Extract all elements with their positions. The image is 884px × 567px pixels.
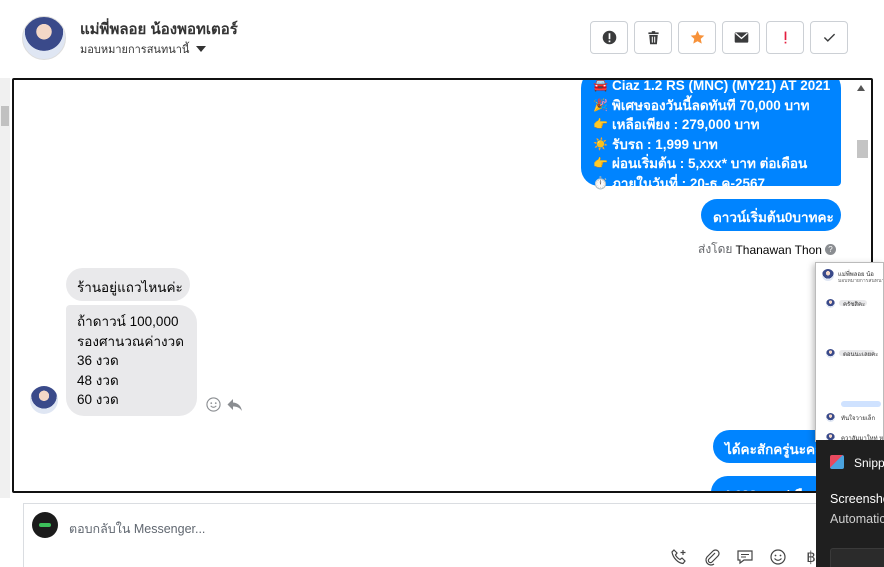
party-popper-icon: 🎉 bbox=[593, 97, 608, 112]
contact-name[interactable]: แม่พี่พลอย น้องพอทเตอร์ bbox=[80, 17, 238, 41]
car-icon: 🚘 bbox=[593, 78, 608, 92]
add-contact-phone-icon[interactable] bbox=[669, 547, 689, 567]
notification-title: Screenshot copied bbox=[830, 492, 884, 506]
trash-icon bbox=[647, 31, 659, 45]
mini-msg: ตอนนะเลยคะ bbox=[843, 352, 879, 358]
delete-button[interactable] bbox=[634, 21, 672, 54]
promo-line: ☀️ รับรถ : 1,999 บาท bbox=[593, 135, 829, 155]
assign-label: มอบหมายการสนทนานี้ bbox=[80, 44, 190, 56]
scroll-thumb[interactable] bbox=[1, 106, 9, 126]
mini-avatar bbox=[826, 299, 835, 308]
promo-line: ⏱️ ภายในวันที่ : 20-ธ.ค-2567 bbox=[593, 174, 829, 194]
assign-conversation-dropdown[interactable]: มอบหมายการสนทนานี้ bbox=[80, 40, 207, 58]
promo-text: Ciaz 1.2 RS (MNC) (MY21) AT 2021 bbox=[612, 78, 831, 93]
star-button[interactable] bbox=[678, 21, 716, 54]
mini-msg: ครัชสิคะ bbox=[843, 302, 866, 308]
contact-avatar-small[interactable] bbox=[30, 386, 58, 414]
screenshot-thumbnail-preview[interactable]: แม่พี่พลอย น้อ มอบหมายการสนทนา ครัชสิคะ … bbox=[815, 262, 884, 442]
mini-avatar bbox=[826, 413, 835, 422]
messenger-inbox-window: แม่พี่พลอย น้องพอทเตอร์ มอบหมายการสนทนาน… bbox=[0, 0, 884, 567]
emoji-react-icon[interactable] bbox=[206, 397, 221, 412]
exclamation-icon bbox=[784, 31, 786, 44]
attachment-icon[interactable] bbox=[702, 547, 722, 567]
mini-header-sub: มอบหมายการสนทนา bbox=[838, 278, 884, 284]
promo-line: 🎉 พิเศษจองวันนี้ลดทันที 70,000 บาท bbox=[593, 96, 829, 116]
exclamation-circle-icon bbox=[602, 30, 616, 45]
notification-subtitle: Automatically saved bbox=[830, 512, 884, 526]
mini-avatar bbox=[822, 269, 834, 281]
scroll-up-arrow-icon[interactable] bbox=[857, 85, 865, 91]
sent-by-label: ส่งโดย Thanawan Thon ? bbox=[698, 240, 836, 259]
message-thread: 🚘 Ciaz 1.2 RS (MNC) (MY21) AT 2021 🎉 พิเศษ… bbox=[12, 78, 873, 493]
incoming-message-multiline[interactable]: ถ้าดาวน์ 100,000 รองศานวณค่างวด 36 งวด 4… bbox=[66, 305, 197, 416]
reply-input[interactable]: ตอบกลับใน Messenger... bbox=[69, 519, 205, 539]
mini-avatar bbox=[826, 349, 835, 358]
pointing-hand-icon: 👉 bbox=[593, 156, 608, 170]
mini-msg: ทันใจวายเล็ก bbox=[841, 416, 876, 422]
message-line: รองศานวณค่างวด bbox=[77, 333, 184, 349]
mark-unread-button[interactable] bbox=[722, 21, 760, 54]
help-icon[interactable]: ? bbox=[824, 244, 836, 255]
reply-composer: ตอบกลับใน Messenger... ฿ bbox=[23, 503, 823, 567]
promo-line: 👉 ผ่อนเริ่มต้น : 5,xxx* บาท ต่อเดือน bbox=[593, 154, 829, 174]
contact-avatar[interactable] bbox=[22, 16, 66, 60]
emoji-icon[interactable] bbox=[768, 547, 788, 567]
outgoing-message[interactable]: ดาวน์เริ่มต้น0บาทคะ bbox=[701, 199, 841, 231]
saved-replies-icon[interactable] bbox=[735, 547, 755, 567]
important-button[interactable] bbox=[590, 21, 628, 54]
promo-text: ผ่อนเริ่มต้น : 5,xxx* บาท ต่อเดือน bbox=[612, 156, 808, 171]
reply-icon[interactable] bbox=[226, 396, 244, 414]
done-button[interactable] bbox=[810, 21, 848, 54]
promo-line: 👉 เหลือเพียง : 279,000 บาท bbox=[593, 115, 829, 135]
outgoing-message[interactable]: 4,638 บาท/เดือน bbox=[711, 476, 831, 491]
page-avatar bbox=[32, 512, 58, 538]
star-icon bbox=[690, 30, 704, 44]
notification-app-name: Snipping Tool bbox=[854, 456, 884, 470]
spam-button[interactable] bbox=[766, 21, 804, 54]
promo-line: 🚘 Ciaz 1.2 RS (MNC) (MY21) AT 2021 bbox=[593, 78, 831, 96]
check-icon bbox=[823, 33, 835, 42]
mini-bubble-blue bbox=[841, 401, 881, 407]
outgoing-promo-message[interactable]: 🚘 Ciaz 1.2 RS (MNC) (MY21) AT 2021 🎉 พิเศษ… bbox=[581, 78, 841, 191]
scroll-thumb[interactable] bbox=[857, 140, 868, 158]
promo-text: เหลือเพียง : 279,000 บาท bbox=[612, 117, 760, 132]
incoming-message[interactable]: ร้านอยู่แถวไหนค่ะ bbox=[66, 268, 190, 301]
sent-by-prefix: ส่งโดย bbox=[698, 242, 733, 256]
promo-text: รับรถ : 1,999 บาท bbox=[612, 136, 718, 152]
message-line: 60 งวด bbox=[77, 392, 119, 407]
stopwatch-icon: ⏱️ bbox=[593, 175, 608, 190]
message-line: 48 งวด bbox=[77, 372, 119, 388]
promo-text: พิเศษจองวันนี้ลดทันที 70,000 บาท bbox=[612, 97, 810, 113]
caret-down-icon bbox=[196, 46, 207, 52]
snipping-tool-icon bbox=[830, 455, 844, 469]
left-scrollbar[interactable] bbox=[0, 78, 10, 498]
composer-tools: ฿ bbox=[669, 547, 821, 567]
conversation-toolbar bbox=[590, 21, 848, 54]
snipping-tool-notification[interactable]: Snipping Tool Screenshot copied Automati… bbox=[816, 440, 884, 567]
conversation-header: แม่พี่พลอย น้องพอทเตอร์ มอบหมายการสนทนาน… bbox=[0, 0, 884, 78]
promo-text: ภายในวันที่ : 20-ธ.ค-2567 bbox=[612, 175, 765, 191]
message-line: ถ้าดาวน์ 100,000 bbox=[77, 314, 179, 329]
sun-icon: ☀️ bbox=[593, 136, 608, 151]
message-line: 36 งวด bbox=[77, 353, 119, 368]
envelope-icon bbox=[734, 32, 748, 43]
notification-preview bbox=[830, 548, 884, 567]
sent-by-name: Thanawan Thon bbox=[735, 242, 822, 257]
pointing-hand-icon: 👉 bbox=[593, 117, 608, 131]
